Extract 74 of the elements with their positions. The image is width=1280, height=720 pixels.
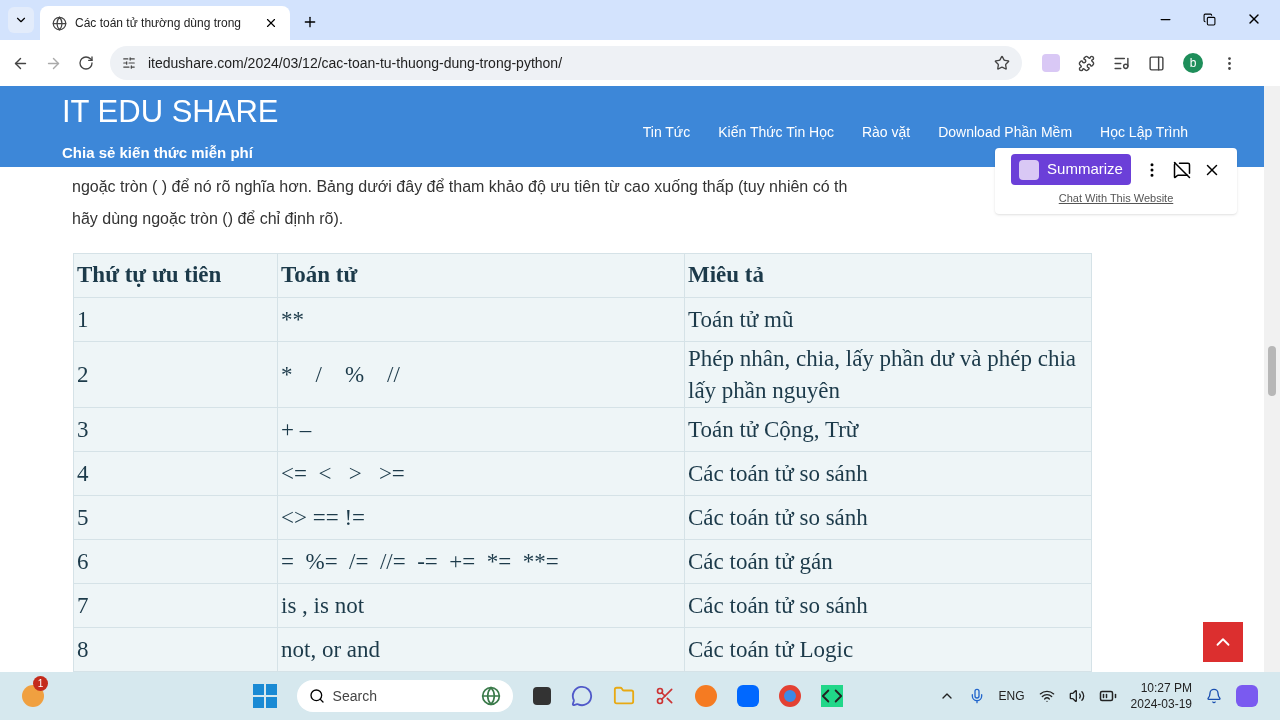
scissors-icon[interactable] <box>654 686 675 706</box>
table-cell: 3 <box>73 407 278 452</box>
start-icon[interactable] <box>252 684 277 708</box>
article-text: ngoặc tròn ( ) để nó rõ nghĩa hơn. Bảng dưới đây để tham khảo độ ưu tiên từ cao xuống thấp (tuy nhiên có th <box>72 177 848 197</box>
bell-icon[interactable] <box>1206 688 1222 704</box>
table-cell: Các toán tử so sánh <box>684 495 1092 540</box>
nav-link[interactable]: Học Lập Trình <box>1100 122 1188 143</box>
column-header: Toán tử <box>277 253 685 298</box>
task-view-icon[interactable] <box>532 687 551 705</box>
globe-icon <box>480 686 501 706</box>
table-cell: Toán tử mũ <box>684 297 1092 342</box>
table-cell: <> == != <box>277 495 685 540</box>
site-settings-icon[interactable] <box>122 56 136 70</box>
column-header: Thứ tự ưu tiên <box>73 253 278 298</box>
table-cell: 5 <box>73 495 278 540</box>
site-tagline: Chia sẻ kiến thức miễn phí <box>62 143 254 163</box>
notification-badge: 1 <box>33 676 48 691</box>
nav-link[interactable]: Tin Tức <box>642 122 691 143</box>
table-cell: * / % // <box>277 341 685 408</box>
table-cell: 7 <box>73 583 278 628</box>
clock-time[interactable]: 10:27 PM <box>1140 680 1192 696</box>
disable-icon[interactable] <box>1172 160 1191 179</box>
restore-icon[interactable] <box>1203 12 1216 26</box>
search-placeholder: Search <box>332 686 378 706</box>
taskbar-search[interactable]: Search <box>296 680 513 712</box>
summarize-button[interactable]: Summarize <box>1011 154 1131 185</box>
table-cell: Các toán tử Logic <box>684 627 1092 672</box>
bookmark-star-icon[interactable] <box>994 55 1010 71</box>
scroll-top-button[interactable] <box>1203 622 1243 662</box>
nav-link[interactable]: Kiến Thức Tin Học <box>718 122 834 143</box>
chat-bubble-icon[interactable] <box>570 685 593 707</box>
side-panel-icon[interactable] <box>1148 54 1165 72</box>
chrome-icon[interactable] <box>778 685 801 707</box>
table-cell: = %= /= //= -= += *= **= <box>277 539 685 584</box>
table-cell: 1 <box>73 297 278 342</box>
nav-link[interactable]: Download Phần Mềm <box>938 122 1073 143</box>
table-cell: + – <box>277 407 685 452</box>
table-cell: 6 <box>73 539 278 584</box>
site-logo[interactable]: IT EDU SHARE <box>62 94 279 130</box>
globe-icon <box>52 15 67 31</box>
table-cell: 4 <box>73 451 278 496</box>
clock-date[interactable]: 2024-03-19 <box>1130 696 1192 712</box>
table-cell: Phép nhân, chia, lấy phần dư và phép chia lấy phần nguyên <box>684 341 1092 408</box>
close-icon[interactable] <box>264 16 278 30</box>
new-tab-icon[interactable] <box>302 14 318 30</box>
table-cell: not, or and <box>277 627 685 672</box>
table-cell: Các toán tử so sánh <box>684 451 1092 496</box>
article-text: hãy dùng ngoặc tròn () để chỉ định rõ). <box>72 209 344 229</box>
address-bar[interactable]: itedushare.com/2024/03/12/cac-toan-tu-thuong-dung-trong-python/ <box>110 46 1022 80</box>
browser-tab[interactable]: Các toán tử thường dùng trong <box>40 6 290 40</box>
table-cell: is , is not <box>277 583 685 628</box>
weather-icon[interactable] <box>22 685 44 707</box>
tab-list-icon[interactable] <box>8 7 34 33</box>
reload-icon[interactable] <box>78 55 94 71</box>
language-indicator[interactable]: ENG <box>998 687 1025 705</box>
table-cell: Toán tử Cộng, Trừ <box>684 407 1092 452</box>
column-header: Miêu tả <box>684 253 1092 298</box>
profile-avatar[interactable]: b <box>1183 53 1203 73</box>
ide-icon[interactable] <box>820 685 843 707</box>
wifi-icon[interactable] <box>1038 688 1055 704</box>
table-cell: Các toán tử so sánh <box>684 583 1092 628</box>
puzzle-icon[interactable] <box>1078 54 1095 72</box>
url-text: itedushare.com/2024/03/12/cac-toan-tu-thuong-dung-trong-python/ <box>148 53 564 73</box>
search-icon <box>308 688 325 704</box>
tab-title: Các toán tử thường dùng trong <box>75 15 243 32</box>
volume-icon[interactable] <box>1068 688 1085 704</box>
table-cell: <= < > >= <box>277 451 685 496</box>
nav-link[interactable]: Rào vặt <box>861 122 911 143</box>
table-cell: ** <box>277 297 685 342</box>
table-cell: 2 <box>73 341 278 408</box>
table-cell: Các toán tử gán <box>684 539 1092 584</box>
chat-link[interactable]: Chat With This Website <box>1058 190 1174 207</box>
table-cell: 8 <box>73 627 278 672</box>
scrollbar-thumb[interactable] <box>1268 346 1276 396</box>
